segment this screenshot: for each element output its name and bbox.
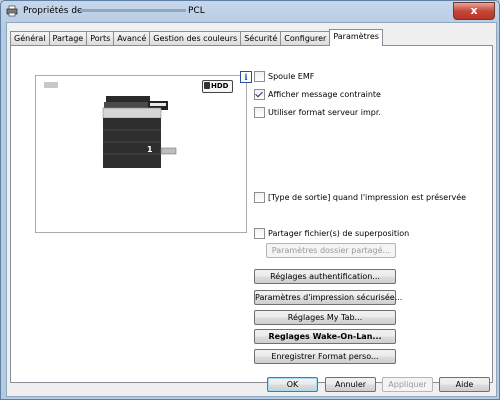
tab-parametres[interactable]: Paramètres: [329, 29, 383, 46]
output-type-checkbox[interactable]: [Type de sortie] quand l'impression est …: [254, 192, 466, 203]
printer-illustration: 1: [102, 96, 177, 168]
tab-strip: Général Partage Ports Avancé Gestion des…: [10, 29, 383, 46]
printer-preview: HDD 1: [35, 75, 247, 233]
dialog-client-area: Général Partage Ports Avancé Gestion des…: [6, 22, 497, 397]
share-overlay-box[interactable]: [254, 228, 265, 239]
tab-ports[interactable]: Ports: [86, 31, 115, 45]
window-title-prefix: Propriétés de: [23, 6, 83, 16]
spool-emf-box[interactable]: [254, 71, 265, 82]
my-tab-button[interactable]: Réglages My Tab...: [254, 310, 396, 325]
hdd-icon: [204, 82, 210, 89]
cancel-button[interactable]: Annuler: [325, 377, 376, 392]
show-constraint-label: Afficher message contrainte: [268, 90, 381, 99]
spool-emf-label: Spoule EMF: [268, 72, 315, 81]
server-format-checkbox[interactable]: Utiliser format serveur impr.: [254, 107, 381, 118]
apply-button[interactable]: Appliquer: [382, 377, 433, 392]
show-constraint-checkbox[interactable]: Afficher message contrainte: [254, 89, 381, 100]
tray-number: 1: [147, 145, 153, 154]
title-bar[interactable]: Propriétés de PCL x: [1, 1, 499, 21]
info-icon[interactable]: i: [240, 71, 252, 83]
tab-gestion-couleurs[interactable]: Gestion des couleurs: [149, 31, 242, 45]
share-overlay-checkbox[interactable]: Partager fichier(s) de superposition: [254, 228, 409, 239]
show-constraint-box[interactable]: [254, 89, 265, 100]
shared-folder-button[interactable]: Paramètres dossier partagé...: [266, 243, 396, 258]
hdd-label: HDD: [211, 82, 229, 90]
output-type-label: [Type de sortie] quand l'impression est …: [268, 193, 467, 202]
preview-model-label: [44, 82, 58, 88]
secure-print-button[interactable]: Paramètres d'impression sécurisée...: [254, 290, 402, 305]
tab-general[interactable]: Général: [10, 31, 50, 45]
parametres-panel: HDD 1 i Spoule EMF Afficher message cont…: [10, 45, 493, 383]
help-button[interactable]: Aide: [439, 377, 490, 392]
auth-settings-button[interactable]: Réglages authentification...: [254, 269, 396, 284]
tab-securite[interactable]: Sécurité: [240, 31, 282, 45]
server-format-label: Utiliser format serveur impr.: [268, 108, 381, 117]
save-custom-format-button[interactable]: Enregistrer Format perso...: [254, 349, 396, 364]
redacted-printer-name: [80, 9, 186, 12]
close-button[interactable]: x: [453, 2, 495, 20]
properties-dialog: Propriétés de PCL x Général Partage Port…: [0, 0, 500, 400]
printer-app-icon: [6, 5, 18, 17]
spool-emf-checkbox[interactable]: Spoule EMF: [254, 71, 314, 82]
server-format-box[interactable]: [254, 107, 265, 118]
share-overlay-label: Partager fichier(s) de superposition: [268, 229, 410, 238]
hdd-badge: HDD: [202, 80, 233, 93]
output-type-box[interactable]: [254, 192, 265, 203]
wake-on-lan-button[interactable]: Reglages Wake-On-Lan...: [254, 329, 396, 344]
ok-button[interactable]: OK: [267, 377, 318, 392]
tab-partage[interactable]: Partage: [48, 31, 88, 45]
window-title-suffix: PCL: [188, 6, 205, 16]
tab-configurer[interactable]: Configurer: [280, 31, 331, 45]
tab-avance[interactable]: Avancé: [113, 31, 151, 45]
